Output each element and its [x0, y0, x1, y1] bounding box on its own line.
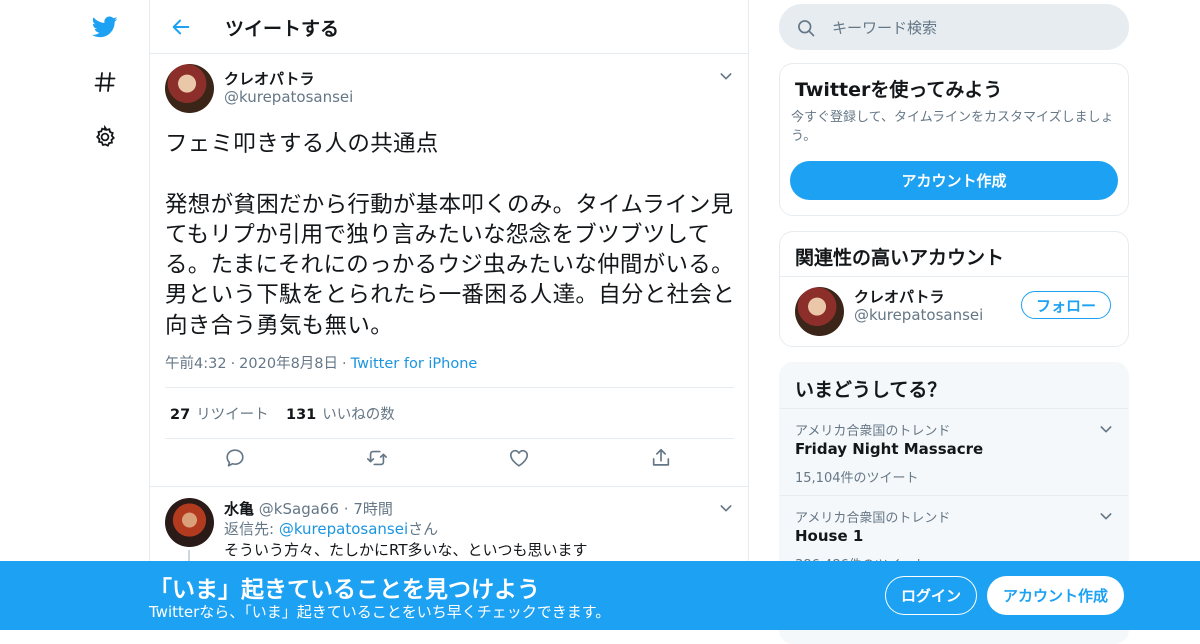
retweet-icon[interactable]	[366, 447, 390, 471]
related-accounts-title: 関連性の高いアカウント	[795, 247, 1005, 269]
signup-card-title: Twitterを使ってみよう	[795, 79, 1003, 101]
signup-card-description: 今すぐ登録して、タイムラインをカスタマイズしましょう。	[791, 110, 1114, 144]
related-account-handle[interactable]: @kurepatosansei	[854, 306, 983, 324]
reply-author-name[interactable]: 水亀	[224, 500, 254, 518]
tweet-stats: 27 リツイート 131 いいねの数	[165, 387, 734, 439]
banner-subtext: Twitterなら、「いま」起きていることをいち早くチェックできます。	[149, 603, 611, 621]
retweet-label: リツイート	[196, 407, 269, 423]
related-accounts-card: 関連性の高いアカウント クレオパトラ @kurepatosansei フォロー	[779, 231, 1129, 347]
hashtag-icon[interactable]	[90, 67, 120, 97]
tweet-time[interactable]: 午前4:32	[165, 356, 227, 372]
tweet-text: フェミ叩きする人の共通点 発想が貧困だから行動が基本叩くのみ。タイムライン見ても…	[165, 131, 736, 339]
twitter-bird-icon[interactable]	[90, 12, 120, 42]
like-count: 131	[286, 407, 317, 423]
reply-text: そういう方々、たしかにRT多いな、といつも思います	[224, 541, 588, 559]
trends-title: いまどうしてる？	[795, 379, 947, 401]
tweet-meta: 午前4:32 · 2020年8月8日 · Twitter for iPhone	[165, 356, 478, 372]
avatar[interactable]	[165, 64, 214, 113]
reply-time[interactable]: 7時間	[353, 500, 393, 518]
tweet-actions	[150, 447, 748, 477]
tweet-author-name[interactable]: クレオパトラ	[224, 68, 314, 89]
search-input[interactable]	[830, 15, 1114, 41]
focused-tweet: クレオパトラ @kurepatosansei フェミ叩きする人の共通点 発想が貧…	[150, 54, 748, 487]
search-box[interactable]	[779, 4, 1129, 50]
trend-name: Friday Night Massacre	[795, 440, 984, 458]
reply-icon[interactable]	[224, 447, 248, 471]
chevron-down-icon[interactable]	[1098, 508, 1114, 524]
banner-headline: 「いま」起きていることを見つけよう	[149, 577, 540, 603]
reply-header: 水亀 @kSaga66 · 7時間	[224, 500, 393, 518]
tweet-source[interactable]: Twitter for iPhone	[351, 356, 478, 372]
trend-item[interactable]: アメリカ合衆国のトレンド Friday Night Massacre 15,10…	[780, 408, 1128, 496]
gear-icon[interactable]	[90, 122, 120, 152]
page-title: ツイートする	[225, 18, 340, 40]
tweet-author-handle[interactable]: @kurepatosansei	[224, 88, 353, 106]
signup-banner: 「いま」起きていることを見つけよう Twitterなら、「いま」起きていることを…	[0, 561, 1200, 630]
heart-icon[interactable]	[508, 447, 532, 471]
reply-to: 返信先: @kurepatosanseiさん	[224, 518, 438, 539]
create-account-button[interactable]: アカウント作成	[790, 161, 1118, 200]
divider	[780, 276, 1128, 277]
main-column: ツイートする クレオパトラ @kurepatosansei フェミ叩きする人の共…	[149, 0, 749, 630]
chevron-down-icon[interactable]	[1098, 421, 1114, 437]
signup-card: Twitterを使ってみよう 今すぐ登録して、タイムラインをカスタマイズしましょ…	[779, 63, 1129, 216]
login-button[interactable]: ログイン	[885, 576, 977, 615]
back-arrow-icon[interactable]	[168, 14, 194, 40]
chevron-down-icon[interactable]	[718, 68, 734, 84]
avatar[interactable]	[165, 498, 214, 547]
follow-button[interactable]: フォロー	[1021, 291, 1111, 319]
reply-to-suffix: さん	[408, 520, 439, 538]
trend-context: アメリカ合衆国のトレンド	[795, 424, 951, 439]
share-icon[interactable]	[650, 447, 674, 471]
reply-mention[interactable]: @kurepatosansei	[279, 520, 408, 538]
reply-author-handle[interactable]: @kSaga66	[259, 500, 339, 518]
reply-to-prefix: 返信先:	[224, 520, 279, 538]
trend-name: House 1	[795, 527, 864, 545]
avatar[interactable]	[795, 287, 844, 336]
signup-button[interactable]: アカウント作成	[987, 576, 1124, 615]
chevron-down-icon[interactable]	[718, 500, 734, 516]
trend-count: 15,104件のツイート	[795, 471, 919, 486]
retweet-count: 27	[170, 407, 191, 423]
related-account-name[interactable]: クレオパトラ	[854, 286, 944, 307]
search-icon	[796, 18, 816, 38]
main-header: ツイートする	[150, 0, 748, 54]
retweet-stat[interactable]: 27 リツイート	[170, 403, 269, 424]
like-stat[interactable]: 131 いいねの数	[286, 403, 395, 424]
tweet-date[interactable]: 2020年8月8日	[239, 356, 338, 372]
trend-context: アメリカ合衆国のトレンド	[795, 511, 951, 526]
like-label: いいねの数	[322, 407, 395, 423]
